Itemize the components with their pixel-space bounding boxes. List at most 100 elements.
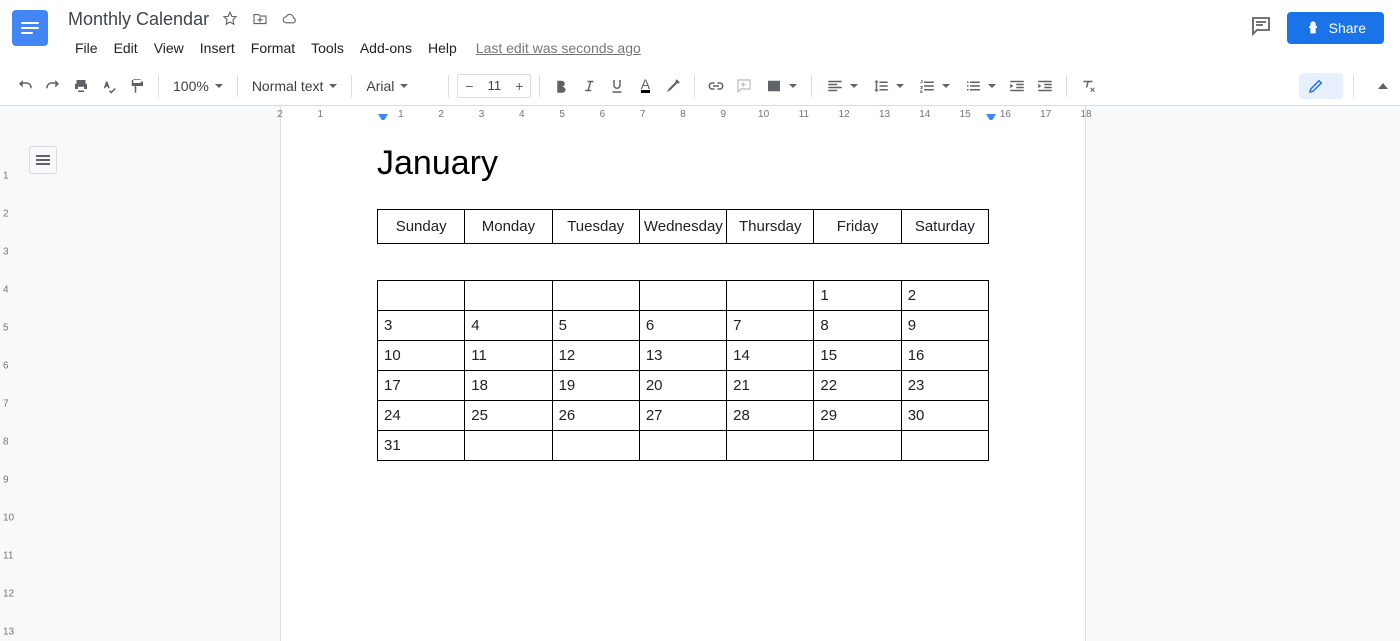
calendar-cell[interactable]: 27 — [639, 401, 726, 431]
calendar-cell[interactable]: 14 — [727, 341, 814, 371]
calendar-cell[interactable]: 25 — [465, 401, 552, 431]
calendar-cell[interactable] — [727, 431, 814, 461]
calendar-cell[interactable]: 3 — [378, 311, 465, 341]
share-button[interactable]: Share — [1287, 12, 1384, 44]
calendar-grid-table[interactable]: 1234567891011121314151617181920212223242… — [377, 280, 989, 461]
weekday-header-cell[interactable]: Saturday — [901, 210, 988, 244]
text-color-icon[interactable]: A — [632, 73, 658, 99]
calendar-cell[interactable]: 5 — [552, 311, 639, 341]
calendar-cell[interactable]: 28 — [727, 401, 814, 431]
weekday-header-cell[interactable]: Friday — [814, 210, 901, 244]
undo-icon[interactable] — [12, 73, 38, 99]
menu-format[interactable]: Format — [244, 36, 302, 60]
line-spacing-dropdown[interactable] — [866, 73, 910, 99]
calendar-cell[interactable]: 15 — [814, 341, 901, 371]
calendar-cell[interactable]: 16 — [901, 341, 988, 371]
calendar-cell[interactable]: 6 — [639, 311, 726, 341]
calendar-cell[interactable] — [814, 431, 901, 461]
calendar-cell[interactable]: 2 — [901, 281, 988, 311]
calendar-cell[interactable] — [552, 281, 639, 311]
font-size-increase[interactable]: + — [508, 75, 530, 97]
clear-formatting-icon[interactable] — [1075, 73, 1101, 99]
weekday-header-cell[interactable]: Sunday — [378, 210, 465, 244]
calendar-cell[interactable]: 1 — [814, 281, 901, 311]
calendar-cell[interactable]: 30 — [901, 401, 988, 431]
ruler-tick: 13 — [879, 109, 890, 120]
calendar-cell[interactable]: 29 — [814, 401, 901, 431]
menu-edit[interactable]: Edit — [107, 36, 145, 60]
calendar-cell[interactable]: 10 — [378, 341, 465, 371]
underline-icon[interactable] — [604, 73, 630, 99]
calendar-cell[interactable]: 9 — [901, 311, 988, 341]
weekday-header-cell[interactable]: Thursday — [727, 210, 814, 244]
calendar-cell[interactable]: 31 — [378, 431, 465, 461]
calendar-cell[interactable] — [552, 431, 639, 461]
star-icon[interactable] — [221, 10, 239, 28]
calendar-cell[interactable]: 12 — [552, 341, 639, 371]
menu-file[interactable]: File — [68, 36, 105, 60]
open-comments-icon[interactable] — [1249, 14, 1273, 43]
italic-icon[interactable] — [576, 73, 602, 99]
menu-view[interactable]: View — [147, 36, 191, 60]
document-outline-icon[interactable] — [29, 146, 57, 174]
zoom-dropdown[interactable]: 100% — [167, 73, 229, 99]
calendar-cell[interactable]: 11 — [465, 341, 552, 371]
paint-format-icon[interactable] — [124, 73, 150, 99]
calendar-cell[interactable] — [465, 281, 552, 311]
font-size-decrease[interactable]: − — [458, 75, 480, 97]
insert-link-icon[interactable] — [703, 73, 729, 99]
calendar-cell[interactable] — [901, 431, 988, 461]
calendar-cell[interactable]: 13 — [639, 341, 726, 371]
document-page[interactable]: January SundayMondayTuesdayWednesdayThur… — [280, 120, 1086, 641]
calendar-cell[interactable]: 17 — [378, 371, 465, 401]
calendar-cell[interactable]: 8 — [814, 311, 901, 341]
redo-icon[interactable] — [40, 73, 66, 99]
insert-image-dropdown[interactable] — [759, 73, 803, 99]
calendar-cell[interactable] — [465, 431, 552, 461]
highlight-color-icon[interactable] — [660, 73, 686, 99]
last-edit-link[interactable]: Last edit was seconds ago — [476, 40, 641, 56]
spellcheck-icon[interactable] — [96, 73, 122, 99]
calendar-cell[interactable]: 23 — [901, 371, 988, 401]
calendar-cell[interactable]: 26 — [552, 401, 639, 431]
calendar-cell[interactable] — [727, 281, 814, 311]
calendar-cell[interactable]: 20 — [639, 371, 726, 401]
increase-indent-icon[interactable] — [1032, 73, 1058, 99]
page-heading[interactable]: January — [377, 144, 989, 183]
bold-icon[interactable] — [548, 73, 574, 99]
font-family-dropdown[interactable]: Arial — [360, 73, 440, 99]
mode-editing-dropdown[interactable] — [1299, 73, 1343, 99]
weekday-header-cell[interactable]: Tuesday — [552, 210, 639, 244]
collapse-toolbar-icon[interactable] — [1378, 83, 1388, 89]
calendar-cell[interactable] — [378, 281, 465, 311]
numbered-list-dropdown[interactable] — [912, 73, 956, 99]
vertical-ruler[interactable]: 12345678910111213 — [0, 120, 18, 641]
paragraph-style-dropdown[interactable]: Normal text — [246, 73, 344, 99]
weekday-header-table[interactable]: SundayMondayTuesdayWednesdayThursdayFrid… — [377, 209, 989, 244]
calendar-cell[interactable]: 24 — [378, 401, 465, 431]
calendar-cell[interactable] — [639, 281, 726, 311]
calendar-cell[interactable] — [639, 431, 726, 461]
menu-help[interactable]: Help — [421, 36, 464, 60]
calendar-cell[interactable]: 18 — [465, 371, 552, 401]
calendar-cell[interactable]: 19 — [552, 371, 639, 401]
menu-addons[interactable]: Add-ons — [353, 36, 419, 60]
docs-logo-icon[interactable] — [12, 10, 48, 46]
decrease-indent-icon[interactable] — [1004, 73, 1030, 99]
menu-insert[interactable]: Insert — [193, 36, 242, 60]
calendar-cell[interactable]: 22 — [814, 371, 901, 401]
bulleted-list-dropdown[interactable] — [958, 73, 1002, 99]
menu-tools[interactable]: Tools — [304, 36, 351, 60]
calendar-cell[interactable]: 4 — [465, 311, 552, 341]
document-title[interactable]: Monthly Calendar — [68, 9, 209, 30]
weekday-header-cell[interactable]: Monday — [465, 210, 552, 244]
print-icon[interactable] — [68, 73, 94, 99]
cloud-status-icon[interactable] — [281, 10, 299, 28]
weekday-header-cell[interactable]: Wednesday — [639, 210, 726, 244]
font-size-input[interactable] — [480, 77, 508, 94]
calendar-cell[interactable]: 21 — [727, 371, 814, 401]
calendar-cell[interactable]: 7 — [727, 311, 814, 341]
align-dropdown[interactable] — [820, 73, 864, 99]
add-comment-icon[interactable] — [731, 73, 757, 99]
move-icon[interactable] — [251, 10, 269, 28]
